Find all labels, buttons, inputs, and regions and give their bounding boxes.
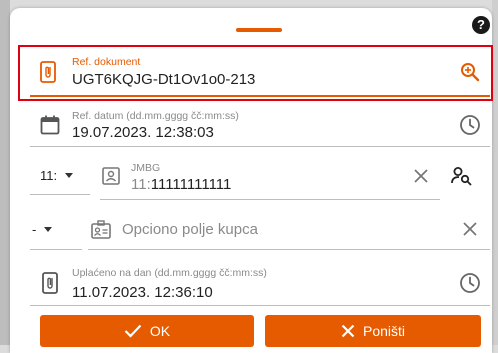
ok-button[interactable]: OK (40, 315, 254, 347)
optional-customer-underline (88, 249, 490, 250)
jmbg-prefix-value: 11: (40, 168, 58, 183)
chevron-down-icon (44, 227, 53, 232)
jmbg-label: JMBG (131, 162, 161, 174)
calendar-icon (40, 115, 60, 140)
background-panel (0, 0, 10, 345)
sheet-drag-handle[interactable] (236, 28, 282, 32)
help-icon[interactable]: ? (472, 16, 490, 34)
ref-document-label: Ref. dokument (72, 56, 141, 68)
ref-date-label: Ref. datum (dd.mm.gggg čč:mm:ss) (72, 110, 239, 122)
clear-optional-icon[interactable] (462, 221, 478, 242)
chevron-down-icon (65, 173, 74, 178)
ok-button-label: OK (149, 323, 171, 339)
ref-date-underline (30, 146, 490, 147)
search-doc-icon[interactable] (460, 62, 480, 87)
paid-on-underline (30, 305, 490, 306)
paid-on-label: Uplaćeno na dan (dd.mm.gggg čč:mm:ss) (72, 267, 267, 279)
ref-document-input[interactable]: UGT6KQJG-Dt1Ov1o0-213 (72, 71, 255, 88)
cancel-button[interactable]: Poništi (265, 315, 481, 347)
close-icon (341, 324, 355, 338)
check-icon (124, 324, 142, 338)
attachment-icon (40, 61, 56, 88)
clock-icon[interactable] (459, 272, 481, 299)
clock-icon[interactable] (459, 114, 481, 141)
contact-card-icon (91, 220, 111, 245)
optional-prefix-value: - (32, 222, 37, 237)
cancel-button-label: Poništi (362, 323, 406, 339)
jmbg-input-prefix: 11: (131, 176, 151, 193)
jmbg-input[interactable]: 11:11111111111 (131, 176, 231, 193)
id-card-icon (102, 167, 120, 190)
clear-jmbg-icon[interactable] (413, 168, 429, 189)
attachment-icon (42, 272, 58, 299)
paid-on-input[interactable]: 11.07.2023. 12:36:10 (72, 284, 213, 301)
find-person-icon[interactable] (451, 166, 473, 191)
jmbg-prefix-dropdown[interactable]: 11: (40, 168, 74, 183)
jmbg-input-value: 11111111111 (150, 176, 232, 193)
ref-document-underline (30, 95, 490, 97)
optional-prefix-dropdown[interactable]: - (32, 222, 53, 237)
jmbg-underline (100, 199, 440, 200)
optional-prefix-underline (30, 249, 82, 250)
optional-customer-input[interactable]: Opciono polje kupca (122, 221, 258, 238)
jmbg-prefix-underline (30, 194, 90, 195)
ref-date-input[interactable]: 19.07.2023. 12:38:03 (72, 124, 214, 141)
